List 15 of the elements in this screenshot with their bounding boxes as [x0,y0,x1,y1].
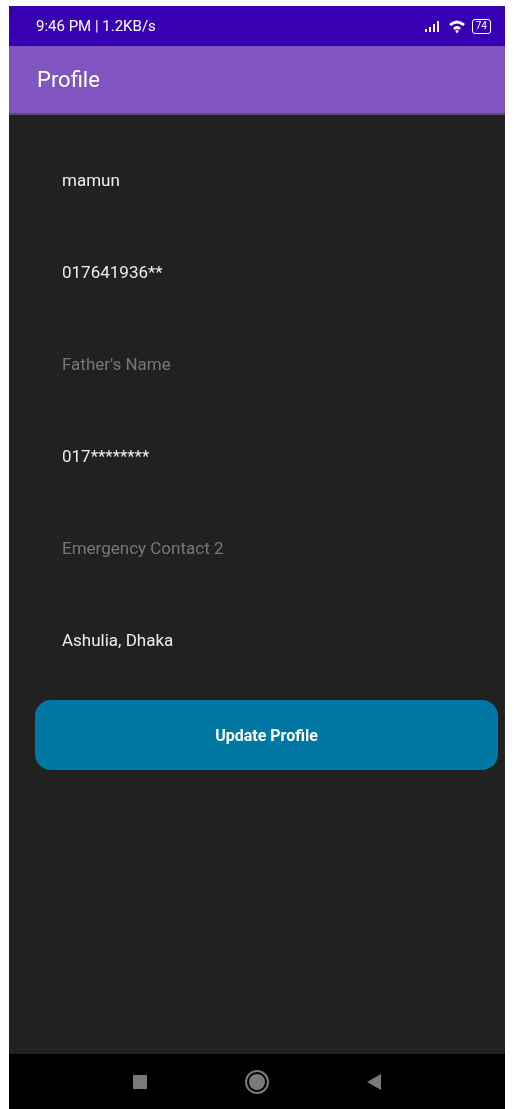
input-field[interactable]: Emergency Contact 2 [62,527,362,569]
back-icon[interactable] [367,1073,381,1090]
update-profile-button[interactable]: Update Profile [35,700,498,770]
screen-title: Profile [37,67,100,92]
signal-icon [423,20,442,32]
input-field[interactable]: Ashulia, Dhaka [62,619,362,661]
wifi-icon [447,19,466,33]
home-icon[interactable] [245,1069,269,1094]
recents-icon[interactable] [133,1074,147,1089]
status-time-text: 9:46 PM | 1.2KB/s [36,17,156,35]
battery-icon: 74 [471,18,491,34]
input-field[interactable]: 017641936** [62,251,362,293]
input-field[interactable]: mamun [62,159,362,201]
input-field[interactable]: Father's Name [62,343,362,385]
input-field[interactable]: 017******** [62,435,362,477]
